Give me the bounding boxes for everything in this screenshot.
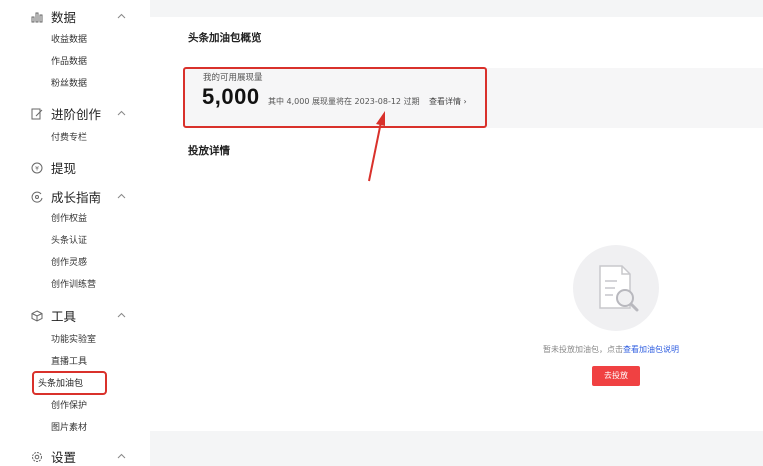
sidebar: 数据 收益数据 作品数据 粉丝数据 进阶创作 付费专栏 ¥ 提现 成长指南 创作…: [0, 0, 150, 466]
sidebar-section-tools[interactable]: 工具: [0, 306, 150, 328]
chevron-up-icon[interactable]: [117, 13, 126, 19]
sidebar-item-creator-rights[interactable]: 创作权益: [51, 213, 87, 225]
chevron-up-icon[interactable]: [117, 453, 126, 459]
main-panel: 头条加油包概览 我的可用展现量 5,000 其中 4,000 展现量将在 202…: [150, 17, 763, 431]
sidebar-section-title: 提现: [51, 161, 77, 176]
compass-icon: [31, 191, 43, 203]
svg-text:¥: ¥: [35, 166, 39, 173]
start-delivery-button[interactable]: 去投放: [592, 366, 640, 386]
sidebar-item-feature-lab[interactable]: 功能实验室: [51, 334, 96, 346]
sidebar-section-advanced[interactable]: 进阶创作: [0, 104, 150, 126]
sidebar-item-training-camp[interactable]: 创作训练营: [51, 279, 96, 291]
edit-icon: [31, 108, 43, 120]
sidebar-section-title: 数据: [51, 10, 77, 25]
empty-state-message: 暂未投放加油包，点击: [543, 345, 623, 354]
sidebar-section-settings[interactable]: 设置: [0, 447, 150, 466]
cube-icon: [31, 310, 43, 322]
sidebar-item-works-data[interactable]: 作品数据: [51, 56, 87, 68]
page-title: 头条加油包概览: [188, 32, 262, 44]
stat-highlight-box: [183, 67, 487, 128]
sidebar-section-title: 进阶创作: [51, 107, 102, 122]
sidebar-section-title: 设置: [51, 450, 77, 465]
sidebar-item-inspiration[interactable]: 创作灵感: [51, 257, 87, 269]
sidebar-item-revenue-data[interactable]: 收益数据: [51, 34, 87, 46]
sidebar-item-live-tools[interactable]: 直播工具: [51, 356, 87, 368]
empty-state-illustration: [573, 245, 659, 331]
sidebar-item-fans-data[interactable]: 粉丝数据: [51, 78, 87, 90]
sidebar-item-creation-protection[interactable]: 创作保护: [51, 400, 87, 412]
chevron-up-icon[interactable]: [117, 312, 126, 318]
bar-chart-icon: [31, 12, 43, 23]
gear-icon: [32, 452, 42, 462]
sidebar-item-image-assets[interactable]: 图片素材: [51, 422, 87, 434]
sidebar-section-withdraw[interactable]: ¥ 提现: [0, 158, 150, 180]
sidebar-section-data[interactable]: 数据: [0, 7, 150, 29]
sidebar-item-verification[interactable]: 头条认证: [51, 235, 87, 247]
empty-state-text: 暂未投放加油包，点击查看加油包说明: [543, 344, 679, 355]
sidebar-section-growth[interactable]: 成长指南: [0, 187, 150, 209]
yen-icon: ¥: [31, 162, 43, 174]
document-search-icon: [599, 265, 639, 312]
sidebar-section-title: 工具: [51, 309, 77, 324]
sidebar-item-paid-column[interactable]: 付费专栏: [51, 132, 87, 144]
sidebar-section-title: 成长指南: [51, 190, 102, 205]
chevron-up-icon[interactable]: [117, 110, 126, 116]
chevron-up-icon[interactable]: [117, 193, 126, 199]
boost-pack-guide-link[interactable]: 查看加油包说明: [623, 345, 679, 354]
active-item-highlight: [32, 371, 107, 395]
section-title: 投放详情: [188, 145, 230, 157]
